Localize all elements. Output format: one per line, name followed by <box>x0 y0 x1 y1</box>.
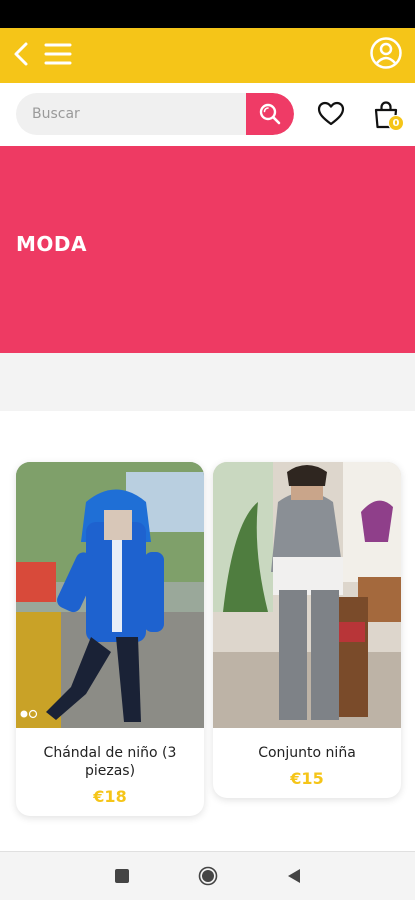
product-title[interactable]: Chándal de niño (3 piezas) <box>24 744 196 780</box>
product-title[interactable]: Conjunto niña <box>221 744 393 762</box>
recent-apps-button[interactable] <box>110 864 134 888</box>
wishlist-button[interactable] <box>316 99 346 129</box>
home-icon <box>198 866 218 886</box>
category-banner: MODA <box>0 146 415 353</box>
recent-apps-icon <box>115 869 129 883</box>
cart-count-badge: 0 <box>388 115 404 131</box>
product-price: €18 <box>93 787 127 806</box>
top-app-bar <box>0 28 415 83</box>
system-back-button[interactable] <box>282 864 306 888</box>
back-icon <box>288 869 300 883</box>
search-button[interactable] <box>246 93 294 135</box>
heart-icon <box>317 101 345 126</box>
search-row: 0 <box>0 83 415 146</box>
search-box <box>16 93 294 135</box>
product-card[interactable]: Conjunto niña €15 <box>213 462 401 798</box>
menu-button[interactable] <box>40 36 76 72</box>
hamburger-menu-icon <box>44 43 72 65</box>
search-input[interactable] <box>16 93 246 135</box>
status-bar <box>0 0 415 28</box>
product-card[interactable]: Chándal de niño (3 piezas) €18 <box>16 462 204 816</box>
product-price: €15 <box>290 769 324 788</box>
chevron-left-icon <box>14 42 28 66</box>
home-button[interactable] <box>196 864 220 888</box>
user-account-icon <box>370 37 402 69</box>
product-photo <box>16 462 204 728</box>
back-button[interactable] <box>8 36 34 72</box>
banner-spacer <box>0 353 415 411</box>
android-navigation-bar <box>0 851 415 900</box>
product-image[interactable] <box>213 462 401 728</box>
product-photo <box>213 462 401 728</box>
search-icon <box>259 103 281 125</box>
category-title: MODA <box>16 232 87 256</box>
product-image[interactable] <box>16 462 204 728</box>
cart-button[interactable]: 0 <box>368 97 404 133</box>
account-button[interactable] <box>367 34 405 72</box>
